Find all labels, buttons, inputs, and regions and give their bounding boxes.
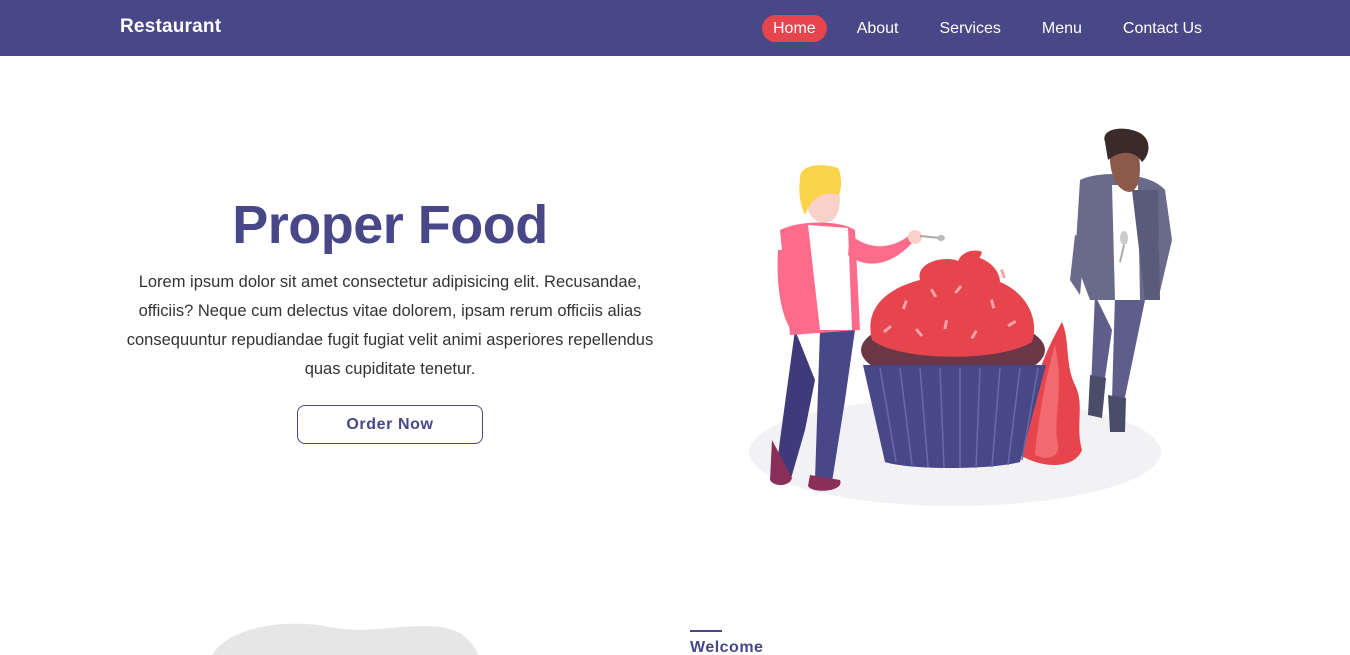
nav-menu: Home About Services Menu Contact Us [762, 15, 1232, 42]
hero-section: Proper Food Lorem ipsum dolor sit amet c… [120, 190, 660, 384]
welcome-label: Welcome [690, 639, 764, 655]
brand-logo-text[interactable]: Restaurant [120, 16, 221, 38]
nav-link-menu[interactable]: Menu [1031, 15, 1093, 42]
welcome-divider-line [690, 630, 722, 632]
nav-link-services[interactable]: Services [929, 15, 1012, 42]
hero-description: Lorem ipsum dolor sit amet consectetur a… [126, 273, 654, 378]
nav-link-contact-us[interactable]: Contact Us [1112, 15, 1213, 42]
nav-link-home[interactable]: Home [762, 15, 827, 42]
top-navbar: Restaurant Home About Services Menu Cont… [0, 0, 1350, 56]
about-section-decorative-shape [212, 623, 479, 655]
hero-title: Proper Food [232, 195, 548, 255]
order-now-button[interactable]: Order Now [297, 405, 483, 444]
hero-illustration [749, 128, 1172, 506]
nav-link-about[interactable]: About [846, 15, 910, 42]
